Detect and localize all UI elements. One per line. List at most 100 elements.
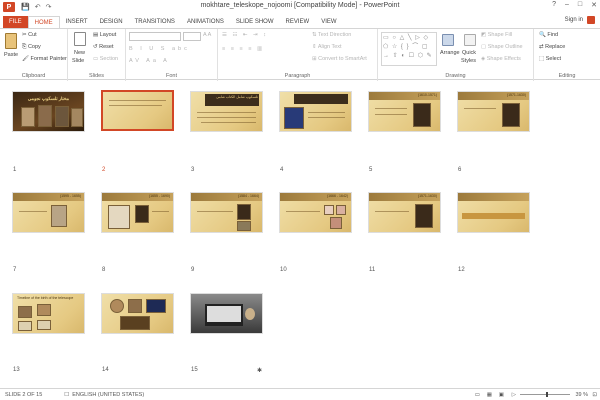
shape-fill-button[interactable]: ◩ Shape Fill bbox=[481, 32, 512, 38]
paragraph-group-label: Paragraph bbox=[284, 73, 311, 79]
coin-image bbox=[110, 299, 124, 313]
undo-icon[interactable]: ↶ bbox=[35, 3, 41, 11]
reading-view-icon[interactable]: ▣ bbox=[499, 392, 504, 398]
tab-view[interactable]: VIEW bbox=[315, 16, 342, 28]
shape-outline-button[interactable]: ▢ Shape Outline bbox=[481, 44, 523, 50]
font-style-buttons[interactable]: B I U S abc bbox=[129, 46, 190, 52]
normal-view-icon[interactable]: ▭ bbox=[475, 392, 480, 398]
arrange-icon[interactable] bbox=[442, 34, 454, 46]
paste-icon[interactable] bbox=[5, 33, 17, 49]
font-group-label: Font bbox=[165, 73, 177, 79]
slide-thumbnail-2[interactable] bbox=[101, 90, 174, 131]
slide-thumbnail-9[interactable]: (1584 - 1664) bbox=[190, 192, 263, 233]
paste-button[interactable]: Paste bbox=[4, 52, 18, 58]
text-line bbox=[375, 108, 407, 109]
slideshow-view-icon[interactable]: ▷ bbox=[512, 392, 516, 398]
slide-thumbnail-4[interactable] bbox=[279, 91, 352, 132]
zoom-slider-handle[interactable] bbox=[546, 392, 548, 397]
slide-thumbnail-1[interactable]: مختار تلسکوپ نجومی bbox=[12, 91, 85, 132]
select-label: Select bbox=[545, 56, 562, 62]
replace-label: Replace bbox=[545, 44, 566, 50]
slide-5-title: (1610-1571) bbox=[417, 93, 437, 97]
zoom-slider[interactable] bbox=[520, 394, 570, 395]
slide-thumbnail-14[interactable] bbox=[101, 293, 174, 334]
find-button[interactable]: 🔍 Find bbox=[539, 32, 558, 38]
font-grow-icon[interactable]: A A bbox=[203, 32, 211, 38]
slide-thumbnail-6[interactable]: (1571-1630) bbox=[457, 91, 530, 132]
font-color-buttons[interactable]: AV Aa A bbox=[129, 58, 170, 64]
slide-thumbnail-3[interactable]: تلسکوپ شامل الكتاب شامی bbox=[190, 91, 263, 132]
replace-button[interactable]: ⇄ Replace bbox=[539, 44, 565, 50]
reset-label: Reset bbox=[99, 44, 114, 50]
portrait-image bbox=[51, 205, 67, 227]
slide-number-5: 5 bbox=[369, 167, 373, 173]
tab-design[interactable]: DESIGN bbox=[94, 16, 129, 28]
text-line bbox=[152, 211, 169, 212]
slide-number-13: 13 bbox=[13, 367, 20, 373]
font-size-dropdown[interactable] bbox=[183, 32, 201, 41]
slide-thumbnail-7[interactable]: (1595 - 1655) bbox=[12, 192, 85, 233]
new-slide-button-line2[interactable]: Slide bbox=[72, 58, 84, 64]
save-icon[interactable]: 💾 bbox=[21, 3, 30, 11]
cup-image bbox=[245, 308, 255, 320]
cut-button[interactable]: ✂ Cut bbox=[22, 32, 37, 38]
slide-thumbnail-12[interactable] bbox=[457, 192, 530, 233]
shapes-gallery[interactable]: ▭ ○ △ ╲ ▷ ◇ ⬠ ☆ { } ⌒ ▢ → ⇧ ◐ ☐ ⬡ ✎ bbox=[381, 32, 437, 66]
tab-home[interactable]: HOME bbox=[27, 16, 60, 28]
select-button[interactable]: ⬚ Select bbox=[539, 56, 561, 62]
tab-review[interactable]: REVIEW bbox=[280, 16, 316, 28]
tab-slide-show[interactable]: SLIDE SHOW bbox=[230, 16, 280, 28]
shape-effects-button[interactable]: ◈ Shape Effects bbox=[481, 56, 521, 62]
portrait-image bbox=[21, 107, 35, 127]
sign-in-label[interactable]: Sign in bbox=[565, 17, 583, 23]
redo-icon[interactable]: ↷ bbox=[46, 3, 52, 11]
layout-button[interactable]: ▤ Layout bbox=[93, 32, 116, 38]
tab-transitions[interactable]: TRANSITIONS bbox=[129, 16, 181, 28]
quick-styles-button-line2[interactable]: Styles bbox=[461, 58, 476, 64]
font-name-dropdown[interactable] bbox=[129, 32, 181, 41]
new-slide-icon[interactable] bbox=[74, 32, 86, 46]
slide-number-15: 15 bbox=[191, 367, 198, 373]
new-slide-button[interactable]: New bbox=[74, 50, 85, 56]
slide-13-title: Timeline of the birth of the telescope bbox=[17, 296, 74, 300]
copy-label: Copy bbox=[27, 44, 41, 50]
alignment-buttons[interactable]: ≡ ≡ ≡ ≡ ▥ bbox=[222, 46, 264, 52]
text-direction-button[interactable]: ⇅ Text Direction bbox=[312, 32, 351, 38]
help-icon[interactable]: ? bbox=[552, 1, 556, 9]
tab-animations[interactable]: ANIMATIONS bbox=[181, 16, 230, 28]
tab-file[interactable]: FILE bbox=[3, 16, 28, 28]
slide-thumbnail-15[interactable] bbox=[190, 293, 263, 334]
quick-access-toolbar: 💾 ↶ ↷ bbox=[21, 3, 51, 11]
close-icon[interactable]: ✕ bbox=[591, 1, 597, 9]
format-painter-button[interactable]: 🖌 Format Painter bbox=[22, 56, 67, 62]
layout-icon: ▤ bbox=[93, 32, 100, 38]
align-text-button[interactable]: ⇕ Align Text bbox=[312, 44, 342, 50]
slide-thumbnail-8[interactable]: (1655 - 1690) bbox=[101, 192, 174, 233]
minimize-icon[interactable]: – bbox=[565, 1, 569, 9]
object-image bbox=[120, 316, 150, 330]
convert-smartart-button[interactable]: ⊞ Convert to SmartArt bbox=[312, 56, 367, 62]
drawing-group-label: Drawing bbox=[445, 73, 466, 79]
reset-button[interactable]: ↺ Reset bbox=[93, 44, 114, 50]
slide-thumbnail-5[interactable]: (1610-1571) bbox=[368, 91, 441, 132]
editing-group-label: Editing bbox=[558, 73, 576, 79]
sign-in[interactable]: Sign in bbox=[565, 16, 595, 24]
section-button[interactable]: ▭ Section bbox=[93, 56, 118, 62]
fit-to-window-icon[interactable]: ⊡ bbox=[592, 392, 597, 398]
avatar bbox=[587, 16, 595, 24]
slide-thumbnail-10[interactable]: (1666 - 1642) bbox=[279, 192, 352, 233]
slide-sorter-view-icon[interactable]: ▦ bbox=[487, 392, 492, 398]
quick-styles-button[interactable]: Quick bbox=[462, 50, 476, 56]
copy-button[interactable]: ⎘ Copy bbox=[22, 44, 41, 51]
quick-styles-icon[interactable] bbox=[464, 34, 476, 46]
maximize-icon[interactable]: □ bbox=[578, 1, 582, 9]
text-line bbox=[464, 108, 496, 109]
list-buttons[interactable]: ☰ ☷ ⇤ ⇥ ↕ bbox=[222, 32, 268, 38]
slide-thumbnail-13[interactable]: Timeline of the birth of the telescope bbox=[12, 293, 85, 334]
tab-insert[interactable]: INSERT bbox=[60, 16, 94, 28]
arrange-button[interactable]: Arrange bbox=[440, 50, 460, 56]
zoom-level[interactable]: 39 % bbox=[575, 392, 588, 398]
language-status[interactable]: ENGLISH (UNITED STATES) bbox=[72, 392, 144, 398]
diagram-image bbox=[108, 205, 130, 229]
slide-thumbnail-11[interactable]: (1571-1630) bbox=[368, 192, 441, 233]
